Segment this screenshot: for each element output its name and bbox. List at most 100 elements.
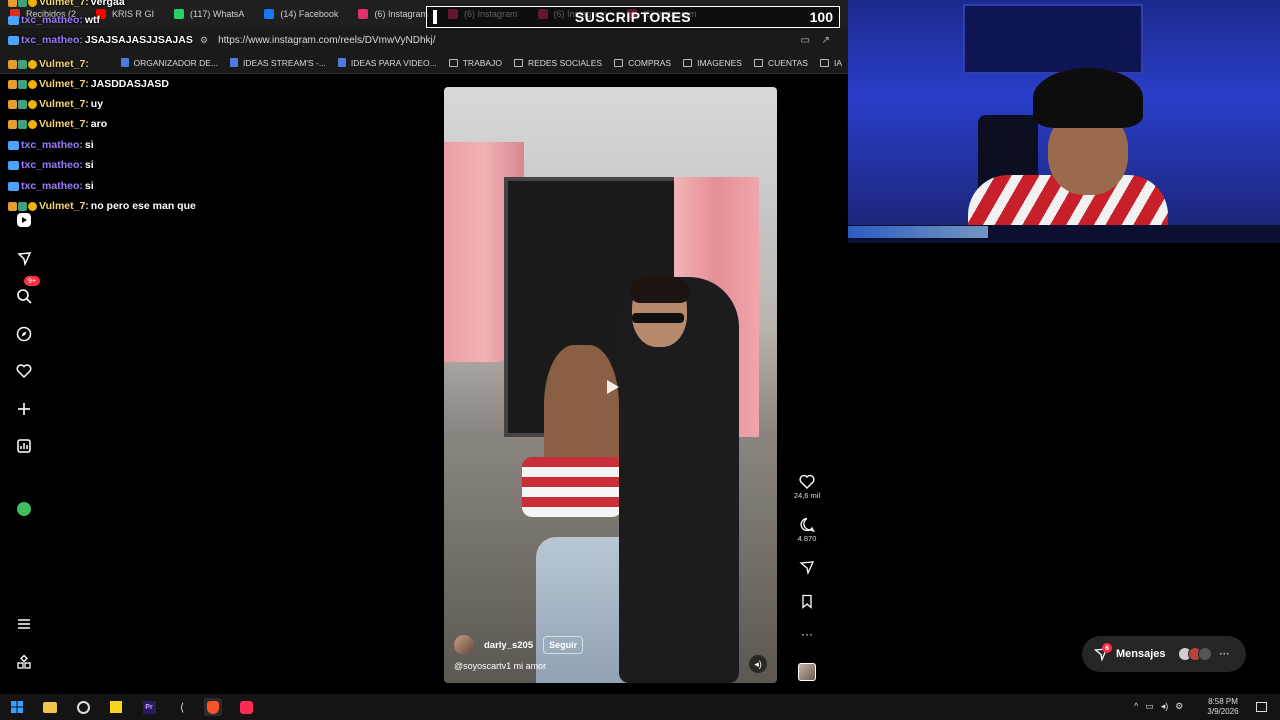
reel-video[interactable]: darly_s205 Seguir @soyoscartv1 mi amor ◂… bbox=[444, 87, 777, 683]
follow-button[interactable]: Seguir bbox=[543, 636, 584, 654]
sticky-notes-icon[interactable] bbox=[107, 698, 125, 716]
notification-center-icon[interactable] bbox=[1252, 698, 1270, 716]
chat-text: si bbox=[84, 180, 94, 192]
tiktok-icon[interactable] bbox=[237, 698, 255, 716]
chat-username: txc_matheo: bbox=[21, 139, 83, 151]
like-button[interactable]: 24,6 mil bbox=[790, 474, 824, 500]
cast-icon[interactable]: ▭ bbox=[801, 35, 810, 46]
folder-icon bbox=[448, 58, 458, 67]
search-icon[interactable] bbox=[14, 286, 34, 306]
folder-icon bbox=[614, 58, 624, 67]
bookmark-label: IDEAS STREAM'S -... bbox=[243, 57, 326, 68]
chat-badges bbox=[8, 35, 19, 45]
chat-message: Vulmet_7: aro bbox=[8, 118, 107, 130]
premiere-icon[interactable]: Pr bbox=[140, 698, 158, 716]
share-icon[interactable]: ↗ bbox=[822, 35, 830, 46]
reels-icon[interactable] bbox=[14, 210, 34, 230]
explore-icon[interactable] bbox=[14, 324, 34, 344]
meta-apps-icon[interactable] bbox=[14, 652, 34, 672]
notifications-badge: 9+ bbox=[24, 276, 40, 286]
chat-text: si bbox=[84, 159, 94, 171]
bookmark-label: REDES SOCIALES bbox=[527, 57, 603, 68]
clock-time: 8:58 PM bbox=[1208, 697, 1238, 706]
file-explorer-icon[interactable] bbox=[41, 698, 59, 716]
browser-tab[interactable]: (6) Instagram bbox=[348, 0, 438, 28]
chat-username: txc_matheo: bbox=[21, 180, 83, 192]
messages-button[interactable]: 6 Mensajes ··· bbox=[1082, 636, 1246, 672]
chat-badges bbox=[8, 140, 19, 150]
browser-tab[interactable]: (14) Facebook bbox=[254, 0, 348, 28]
site-settings-icon[interactable]: ⚙ bbox=[200, 35, 208, 46]
address-bar[interactable]: ⚙ https://www.instagram.com/reels/DVmwVy… bbox=[200, 32, 840, 48]
bookmark-label: IDEAS PARA VIDEO... bbox=[350, 57, 437, 68]
chat-message: Vulmet_7: bbox=[8, 58, 91, 70]
play-icon[interactable] bbox=[602, 377, 622, 397]
menu-icon[interactable] bbox=[14, 614, 34, 634]
audio-thumbnail[interactable] bbox=[798, 663, 816, 681]
bookmark-item[interactable]: CUENTAS bbox=[748, 58, 814, 68]
chat-username: Vulmet_7: bbox=[39, 98, 89, 110]
heart-icon[interactable] bbox=[14, 361, 34, 381]
bookmark-label: ORGANIZADOR DE... bbox=[133, 57, 219, 68]
capcut-icon[interactable]: ⟨ bbox=[173, 698, 191, 716]
reel-caption[interactable]: @soyoscartv1 mi amor bbox=[454, 661, 546, 671]
send-icon bbox=[799, 561, 815, 575]
bookmark-item[interactable]: IDEAS STREAM'S -... bbox=[224, 58, 332, 68]
url-text[interactable]: https://www.instagram.com/reels/DVmwVyND… bbox=[218, 35, 435, 46]
bookmark-item[interactable]: REDES SOCIALES bbox=[508, 58, 608, 68]
tab-label: KRIS R GI bbox=[112, 9, 155, 19]
bookmark-label: CUENTAS bbox=[767, 57, 808, 68]
messages-badge: 6 bbox=[1102, 643, 1112, 653]
chat-message: txc_matheo: si bbox=[8, 159, 94, 171]
create-icon[interactable] bbox=[14, 399, 34, 419]
right-pane bbox=[848, 243, 1280, 694]
notifications-icon[interactable] bbox=[14, 248, 34, 268]
chat-username: txc_matheo: bbox=[21, 34, 83, 46]
brave-icon[interactable] bbox=[204, 698, 222, 716]
browser-tab[interactable]: (117) WhatsA bbox=[164, 0, 254, 28]
subscribers-goal: 100 bbox=[809, 9, 833, 25]
webcam-feed bbox=[848, 0, 1280, 243]
document-icon bbox=[120, 58, 129, 67]
comment-icon bbox=[800, 517, 815, 532]
chat-text: JASDDASJASD bbox=[90, 78, 169, 90]
tab-favicon-icon bbox=[358, 9, 369, 19]
author-avatar[interactable] bbox=[454, 635, 474, 655]
share-button[interactable] bbox=[790, 560, 824, 577]
more-options-icon[interactable]: ··· bbox=[790, 627, 824, 641]
network-icon: ▭ bbox=[1145, 701, 1154, 711]
start-icon[interactable] bbox=[8, 698, 26, 716]
system-tray[interactable]: ^ ▭ ◂) ⚙ bbox=[1134, 701, 1183, 712]
chat-username: txc_matheo: bbox=[21, 159, 83, 171]
tab-label: (117) WhatsA bbox=[190, 9, 245, 19]
document-icon bbox=[230, 58, 239, 67]
volume-icon[interactable]: ◂) bbox=[749, 655, 767, 673]
chat-badges bbox=[8, 99, 37, 109]
bookmark-item[interactable]: TRABAJO bbox=[443, 58, 508, 68]
obs-icon[interactable] bbox=[74, 698, 92, 716]
chat-text: aro bbox=[90, 118, 108, 130]
bookmark-item[interactable]: IDEAS PARA VIDEO... bbox=[332, 58, 443, 68]
bookmark-item[interactable]: IMAGENES bbox=[677, 58, 748, 68]
chat-text: no pero ese man que bbox=[90, 200, 196, 212]
profile-avatar[interactable] bbox=[14, 499, 34, 519]
save-button[interactable] bbox=[790, 594, 824, 611]
windows-taskbar: Pr ⟨ ^ ▭ ◂) ⚙ 8:58 PM 3/9/2026 bbox=[0, 694, 1280, 720]
chat-message: txc_matheo: si bbox=[8, 139, 94, 151]
comment-button[interactable]: 4.870 bbox=[790, 517, 824, 543]
tab-label: (14) Facebook bbox=[280, 9, 339, 19]
more-icon[interactable]: ··· bbox=[1220, 649, 1230, 660]
author-username[interactable]: darly_s205 bbox=[484, 640, 533, 651]
system-clock[interactable]: 8:58 PM 3/9/2026 bbox=[1198, 697, 1248, 717]
bookmark-label: TRABAJO bbox=[462, 57, 502, 68]
bookmark-icon bbox=[802, 594, 812, 609]
chat-message: Vulmet_7: no pero ese man que bbox=[8, 200, 196, 212]
bookmark-item[interactable]: IA bbox=[814, 58, 848, 68]
chat-text: JSAJSAJASJJSAJAS bbox=[84, 34, 193, 46]
chat-text: si bbox=[84, 139, 94, 151]
bookmark-item[interactable]: COMPRAS bbox=[608, 58, 677, 68]
bookmark-item[interactable]: ORGANIZADOR DE... bbox=[115, 58, 225, 68]
messages-label: Mensajes bbox=[1116, 648, 1166, 660]
folder-icon bbox=[513, 58, 523, 67]
dashboard-icon[interactable] bbox=[14, 436, 34, 456]
